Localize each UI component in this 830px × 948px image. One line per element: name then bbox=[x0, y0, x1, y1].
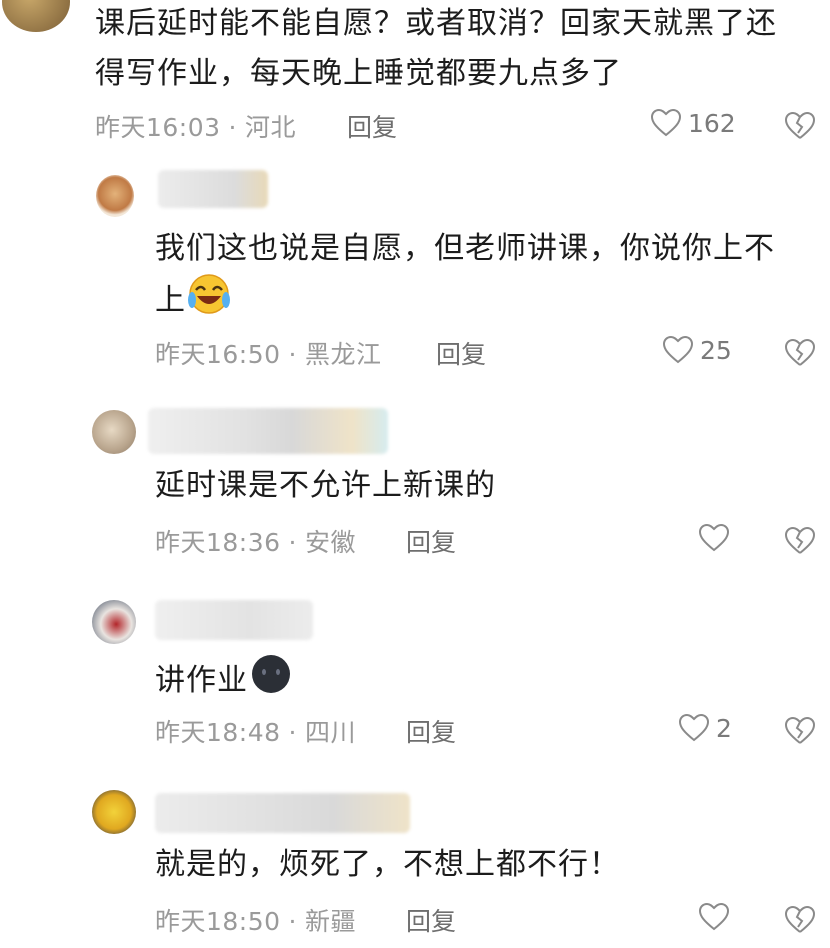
comment-text-line: 得写作业，每天晚上睡觉都要九点多了 bbox=[95, 56, 622, 91]
comment-text-line: 就是的，烦死了，不想上都不行！ bbox=[155, 847, 620, 882]
like-button[interactable]: 2 bbox=[678, 713, 732, 743]
comment-time: 昨天16:03 bbox=[95, 113, 221, 142]
broken-heart-icon bbox=[784, 338, 816, 366]
broken-heart-icon bbox=[784, 526, 816, 554]
like-button[interactable] bbox=[698, 902, 736, 932]
comment-location: 黑龙江 bbox=[305, 340, 382, 369]
comment-text-line: 课后延时能不能自愿？或者取消？回家天就黑了还 bbox=[95, 6, 777, 41]
comment-time: 昨天18:50 bbox=[155, 907, 281, 936]
separator-dot: · bbox=[288, 340, 297, 369]
comment-meta: 昨天16:50 · 黑龙江 bbox=[155, 335, 382, 371]
comment-text-line: 我们这也说是自愿，但老师讲课，你说你上不 bbox=[155, 231, 775, 266]
comment-text: 讲作业 bbox=[155, 663, 248, 698]
avatar[interactable] bbox=[92, 600, 136, 644]
avatar[interactable] bbox=[96, 175, 134, 217]
heart-outline-icon bbox=[698, 523, 730, 552]
heart-outline-icon bbox=[662, 335, 694, 364]
heart-outline-icon bbox=[678, 713, 710, 742]
reply-button[interactable]: 回复 bbox=[406, 713, 456, 749]
separator-dot: · bbox=[288, 718, 297, 747]
comment-meta: 昨天18:48 · 四川 bbox=[155, 713, 356, 749]
avatar[interactable] bbox=[2, 0, 70, 32]
comment-text-line: 上 bbox=[155, 272, 232, 331]
reply-button[interactable]: 回复 bbox=[406, 902, 456, 938]
heart-outline-icon bbox=[650, 108, 682, 137]
reply-button[interactable]: 回复 bbox=[406, 523, 456, 559]
comment-location: 新疆 bbox=[305, 907, 357, 936]
like-count: 25 bbox=[700, 335, 732, 365]
username-redacted[interactable] bbox=[155, 793, 410, 833]
avatar[interactable] bbox=[92, 410, 136, 454]
avatar[interactable] bbox=[92, 790, 136, 834]
comment-time: 昨天18:48 bbox=[155, 718, 281, 747]
separator-dot: · bbox=[288, 528, 297, 557]
comment-text-line: 延时课是不允许上新课的 bbox=[155, 468, 496, 503]
comment-location: 四川 bbox=[305, 718, 357, 747]
comment-meta: 昨天16:03 · 河北 bbox=[95, 108, 296, 144]
dislike-button[interactable] bbox=[784, 905, 816, 935]
reply-button[interactable]: 回复 bbox=[347, 108, 397, 144]
reply-button[interactable]: 回复 bbox=[436, 335, 486, 371]
dislike-button[interactable] bbox=[784, 526, 816, 556]
like-count: 162 bbox=[688, 108, 736, 138]
comment-location: 安徽 bbox=[305, 528, 357, 557]
comment-meta: 昨天18:36 · 安徽 bbox=[155, 523, 356, 559]
like-button[interactable] bbox=[698, 523, 736, 553]
comment-location: 河北 bbox=[245, 113, 297, 142]
broken-heart-icon bbox=[784, 111, 816, 139]
comment-time: 昨天18:36 bbox=[155, 528, 281, 557]
like-button[interactable]: 162 bbox=[650, 108, 736, 138]
username-redacted[interactable] bbox=[148, 408, 388, 454]
heart-outline-icon bbox=[698, 902, 730, 931]
broken-heart-icon bbox=[784, 905, 816, 933]
comment-meta: 昨天18:50 · 新疆 bbox=[155, 902, 356, 938]
dark-face-emoji bbox=[248, 652, 294, 711]
broken-heart-icon bbox=[784, 716, 816, 744]
like-count: 2 bbox=[716, 713, 732, 743]
username-redacted[interactable] bbox=[158, 170, 268, 208]
dislike-button[interactable] bbox=[784, 716, 816, 746]
username-redacted[interactable] bbox=[155, 600, 313, 640]
separator-dot: · bbox=[228, 113, 237, 142]
comment-text-line: 讲作业 bbox=[155, 652, 294, 711]
laughing-crying-emoji bbox=[186, 272, 232, 331]
separator-dot: · bbox=[288, 907, 297, 936]
dislike-button[interactable] bbox=[784, 111, 816, 141]
dislike-button[interactable] bbox=[784, 338, 816, 368]
comment-text: 上 bbox=[155, 283, 186, 318]
like-button[interactable]: 25 bbox=[662, 335, 732, 365]
comment-time: 昨天16:50 bbox=[155, 340, 281, 369]
